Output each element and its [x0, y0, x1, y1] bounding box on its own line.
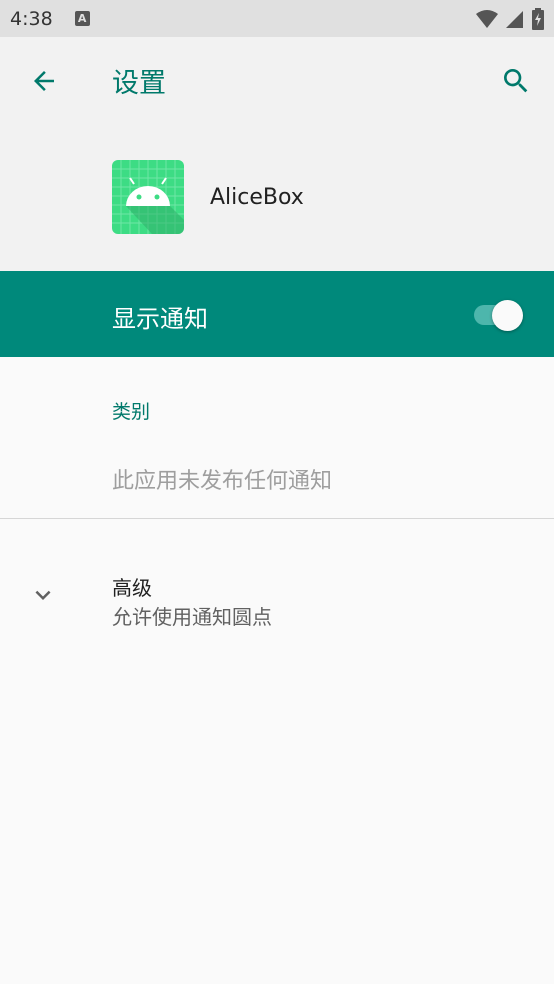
- battery-icon: [532, 8, 544, 30]
- toggle-thumb: [492, 300, 523, 331]
- android-icon: [112, 160, 184, 234]
- categories-header: 类别: [112, 401, 151, 423]
- chevron-down-icon: [26, 578, 60, 612]
- arrow-back-icon: [34, 71, 54, 91]
- back-button[interactable]: [26, 63, 62, 99]
- search-icon: [504, 69, 528, 93]
- signal-icon: [506, 11, 523, 28]
- advanced-subtitle: 允许使用通知圆点: [112, 605, 272, 629]
- show-notifications-label: 显示通知: [112, 305, 208, 333]
- advanced-row[interactable]: 高级 允许使用通知圆点: [0, 550, 554, 650]
- show-notifications-row[interactable]: 显示通知: [0, 271, 554, 357]
- notifications-toggle[interactable]: [472, 298, 526, 332]
- status-icons: [476, 8, 544, 30]
- search-button[interactable]: [498, 63, 534, 99]
- wifi-icon: [476, 10, 498, 28]
- app-header: AliceBox: [0, 125, 554, 271]
- app-name: AliceBox: [210, 185, 304, 210]
- status-bar: 4:38 A: [0, 0, 554, 37]
- status-time: 4:38: [10, 7, 53, 30]
- page-title: 设置: [112, 68, 166, 99]
- app-bar: 设置: [0, 37, 554, 125]
- divider: [0, 518, 554, 519]
- no-notifications-message: 此应用未发布任何通知: [112, 469, 333, 494]
- advanced-title: 高级: [112, 576, 152, 600]
- notification-a-icon: A: [74, 11, 90, 26]
